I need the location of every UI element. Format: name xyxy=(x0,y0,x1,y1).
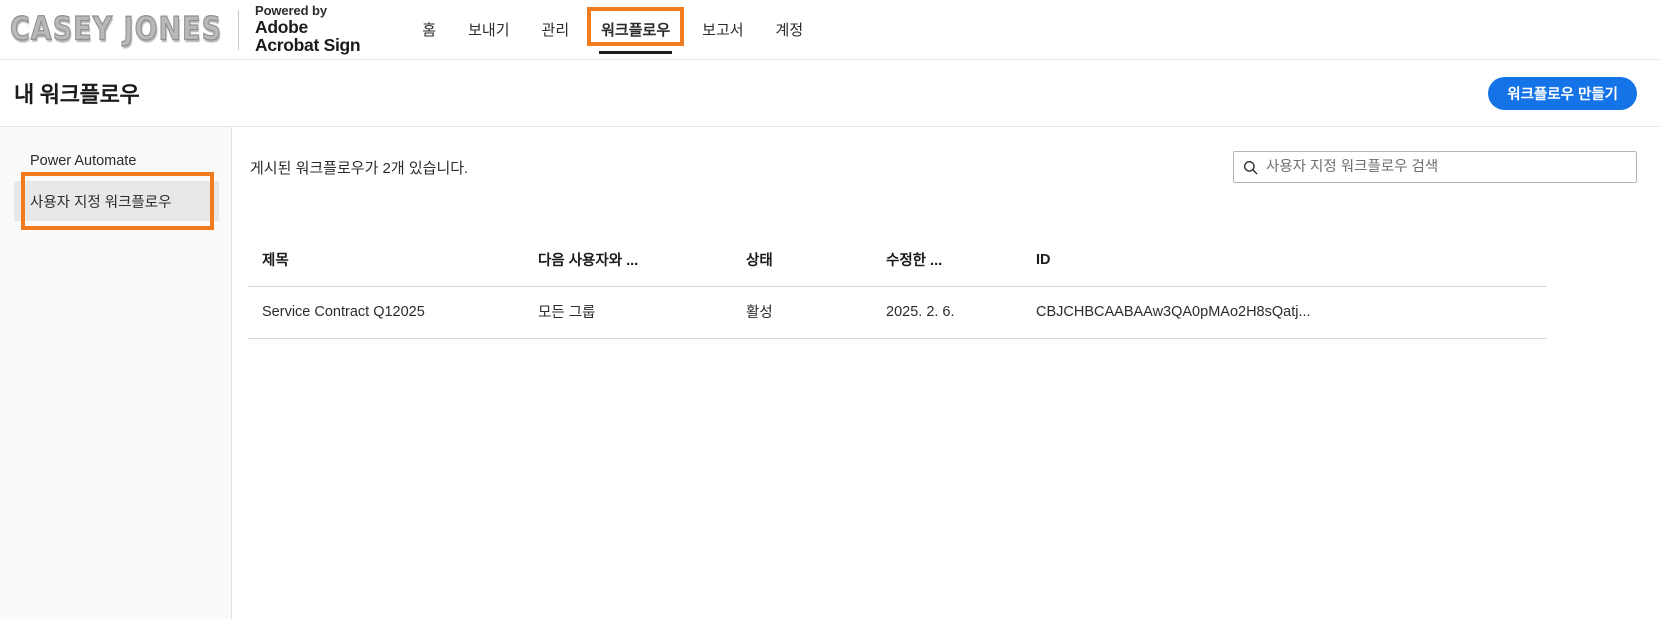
column-header-status[interactable]: 상태 xyxy=(746,249,886,287)
main-navigation: 홈 보내기 관리 워크플로우 보고서 계정 xyxy=(406,0,819,60)
table-row[interactable]: Service Contract Q12025 모든 그룹 활성 2025. 2… xyxy=(248,286,1547,339)
search-input[interactable] xyxy=(1266,159,1627,175)
column-header-id[interactable]: ID xyxy=(1036,249,1547,287)
cell-title[interactable]: Service Contract Q12025 xyxy=(248,286,538,339)
sidebar-item-power-automate-label: Power Automate xyxy=(30,153,137,169)
top-header-bar: CASEY JONES Powered by Adobe Acrobat Sig… xyxy=(0,0,1659,60)
cell-status: 활성 xyxy=(746,286,886,339)
workflow-table: 제목 다음 사용자와 ... 상태 수정한 ... ID Service Con… xyxy=(248,249,1547,339)
nav-item-home[interactable]: 홈 xyxy=(406,0,452,60)
casey-jones-logo: CASEY JONES xyxy=(9,11,223,49)
column-header-modified[interactable]: 수정한 ... xyxy=(886,249,1036,287)
cell-id: CBJCHBCAABAAw3QA0pMAo2H8sQatj... xyxy=(1036,286,1547,339)
content-header: 게시된 워크플로우가 2개 있습니다. xyxy=(248,127,1637,183)
nav-item-account-label: 계정 xyxy=(775,22,804,39)
column-header-title[interactable]: 제목 xyxy=(248,249,538,287)
sidebar: Power Automate 사용자 지정 워크플로우 xyxy=(0,127,232,619)
sidebar-item-custom-workflow-label: 사용자 지정 워크플로우 xyxy=(30,194,172,211)
create-workflow-button[interactable]: 워크플로우 만들기 xyxy=(1488,76,1637,110)
workflow-table-body: Service Contract Q12025 모든 그룹 활성 2025. 2… xyxy=(248,286,1547,339)
published-workflow-count: 게시된 워크플로우가 2개 있습니다. xyxy=(250,159,469,177)
search-icon xyxy=(1243,160,1258,175)
adobe-name-label: Adobe xyxy=(255,16,308,37)
nav-item-reports-label: 보고서 xyxy=(702,22,744,39)
logo-divider xyxy=(238,9,239,50)
nav-item-home-label: 홈 xyxy=(422,22,437,39)
sidebar-item-power-automate[interactable]: Power Automate xyxy=(0,141,231,181)
nav-item-send[interactable]: 보내기 xyxy=(452,0,525,60)
nav-item-send-label: 보내기 xyxy=(468,22,510,39)
cell-shared: 모든 그룹 xyxy=(538,286,746,339)
nav-item-account[interactable]: 계정 xyxy=(760,0,820,60)
workflow-table-head: 제목 다음 사용자와 ... 상태 수정한 ... ID xyxy=(248,249,1547,287)
table-header-row: 제목 다음 사용자와 ... 상태 수정한 ... ID xyxy=(248,249,1547,287)
adobe-branding: Powered by Adobe Acrobat Sign xyxy=(255,3,361,56)
nav-item-workflow-label: 워크플로우 xyxy=(601,22,671,39)
nav-item-manage-label: 관리 xyxy=(541,22,570,39)
nav-item-manage[interactable]: 관리 xyxy=(526,0,586,60)
casey-jones-logo-text: CASEY JONES xyxy=(9,11,223,49)
adobe-product-label: Acrobat Sign xyxy=(255,35,361,56)
nav-item-reports[interactable]: 보고서 xyxy=(686,0,759,60)
sidebar-item-custom-workflow[interactable]: 사용자 지정 워크플로우 xyxy=(14,172,219,230)
page-title-row: 내 워크플로우 워크플로우 만들기 xyxy=(0,60,1659,127)
nav-item-workflow[interactable]: 워크플로우 xyxy=(585,0,686,60)
main-content: 게시된 워크플로우가 2개 있습니다. 제목 다음 사용자와 ... 상태 수정… xyxy=(232,127,1659,619)
search-box[interactable] xyxy=(1233,151,1637,183)
page-title: 내 워크플로우 xyxy=(14,82,140,107)
page-body: Power Automate 사용자 지정 워크플로우 게시된 워크플로우가 2… xyxy=(0,127,1659,619)
column-header-shared[interactable]: 다음 사용자와 ... xyxy=(538,249,746,287)
powered-by-label: Powered by xyxy=(255,3,327,19)
cell-modified: 2025. 2. 6. xyxy=(886,286,1036,339)
